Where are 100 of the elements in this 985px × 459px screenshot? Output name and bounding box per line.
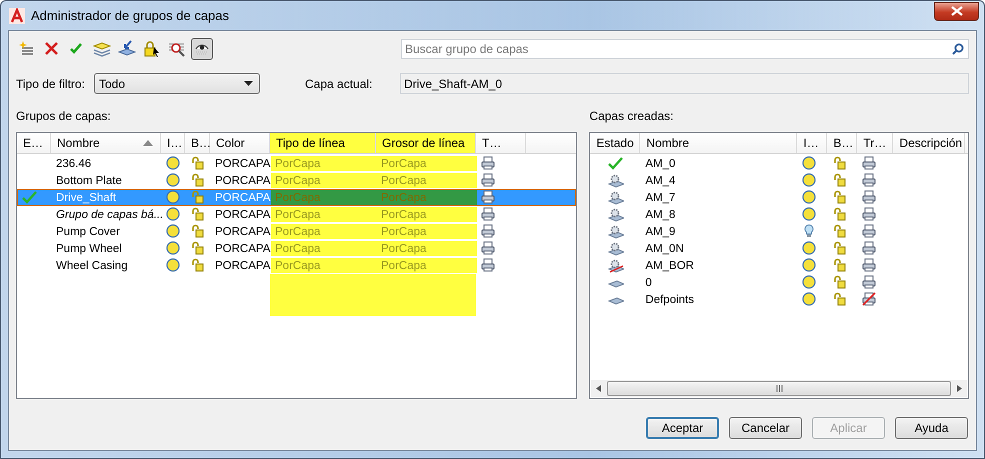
- close-button[interactable]: [934, 2, 979, 20]
- padlock-icon: [832, 207, 848, 222]
- padlock-icon: [832, 258, 848, 273]
- dialog-button[interactable]: Cancelar: [729, 417, 802, 439]
- table-cell: PorCapa: [381, 260, 426, 272]
- padlock-icon: [832, 190, 848, 205]
- column-header[interactable]: Nombre: [640, 133, 798, 153]
- scroll-left-icon[interactable]: [596, 385, 602, 392]
- column-header[interactable]: Tr…: [857, 133, 894, 153]
- padlock-icon: [832, 173, 848, 188]
- table-cell: PorCapa: [275, 208, 320, 220]
- table-cell: Drive_Shaft: [56, 192, 116, 204]
- gear-layer-crossed-icon: [608, 258, 624, 273]
- table-cell: PORCAPA: [215, 192, 270, 204]
- table-cell: PORCAPA: [215, 208, 270, 220]
- printer-icon: [481, 156, 497, 171]
- column-header[interactable]: B…: [827, 133, 858, 153]
- gear-layer-icon: [608, 173, 624, 188]
- column-header[interactable]: B…: [185, 133, 210, 153]
- table-cell: PorCapa: [381, 226, 426, 238]
- column-header[interactable]: Grosor de línea: [376, 133, 476, 153]
- table-cell: Pump Cover: [56, 226, 120, 238]
- table-cell: 236.46: [56, 158, 92, 170]
- table-cell: PorCapa: [275, 260, 320, 272]
- printer-icon: [481, 241, 497, 256]
- printer-icon: [481, 224, 497, 239]
- column-header[interactable]: Nombre: [51, 133, 161, 153]
- window-title: Administrador de grupos de capas: [31, 8, 230, 23]
- grip-icon: [776, 385, 783, 392]
- layers-icon: [93, 40, 111, 58]
- table-row[interactable]: 236.46 PORCAPA PorCapa PorCapa: [17, 155, 576, 172]
- magnifier-layers-icon: [168, 40, 186, 58]
- table-cell: Pump Wheel: [56, 242, 122, 254]
- table-cell: AM_0N: [645, 242, 684, 254]
- padlock-icon: [190, 207, 206, 222]
- filter-dropdown[interactable]: Todo: [94, 73, 260, 94]
- padlock-icon: [190, 241, 206, 256]
- dialog-button[interactable]: Aceptar: [646, 417, 719, 439]
- column-header[interactable]: Tipo de línea: [270, 133, 376, 153]
- padlock-icon: [190, 156, 206, 171]
- padlock-icon: [832, 224, 848, 239]
- table-cell: PORCAPA: [215, 226, 270, 238]
- current-layer-field: Drive_Shaft-AM_0: [400, 73, 969, 94]
- table-cell: Grupo de capas bá...: [56, 208, 164, 220]
- scroll-right-icon[interactable]: [957, 385, 962, 392]
- column-header[interactable]: I…: [797, 133, 828, 153]
- table-cell: PORCAPA: [215, 242, 270, 254]
- printer-icon: [481, 258, 497, 273]
- scrollbar-thumb[interactable]: [607, 381, 951, 396]
- table-row[interactable]: Wheel Casing PORCAPA PorCapa PorCapa: [17, 257, 576, 274]
- printer-icon: [481, 207, 497, 222]
- printer-icon: [481, 173, 497, 188]
- table-row[interactable]: Bottom Plate PORCAPA PorCapa PorCapa: [17, 172, 576, 189]
- arrow-layers-icon: [118, 40, 136, 58]
- filter-label: Tipo de filtro:: [16, 76, 86, 90]
- search-icon[interactable]: [952, 43, 964, 55]
- table-row[interactable]: Pump Cover PORCAPA PorCapa PorCapa: [17, 223, 576, 240]
- printer-icon: [481, 190, 497, 205]
- table-cell: AM_0: [645, 158, 676, 170]
- padlock-icon: [190, 173, 206, 188]
- dialog-button[interactable]: Ayuda: [895, 417, 968, 439]
- column-header[interactable]: E…: [17, 133, 51, 153]
- table-cell: PorCapa: [275, 158, 320, 170]
- sort-arrow-icon: [143, 140, 153, 146]
- table-cell: PorCapa: [381, 208, 426, 220]
- table-cell: AM_4: [645, 174, 676, 186]
- visibility-button[interactable]: [191, 38, 213, 60]
- padlock-icon: [190, 258, 206, 273]
- current-layer-label: Capa actual:: [305, 76, 374, 90]
- table-cell: PorCapa: [275, 192, 320, 204]
- section-label: Grupos de capas:: [16, 109, 112, 123]
- table-cell: AM_BOR: [645, 260, 694, 272]
- table-cell: AM_7: [645, 192, 676, 204]
- table-cell: PORCAPA: [215, 158, 270, 170]
- table-cell: Defpoints: [645, 294, 694, 306]
- table-cell: Wheel Casing: [56, 260, 128, 272]
- padlock-icon: [832, 292, 848, 307]
- table-row[interactable]: Pump Wheel PORCAPA PorCapa PorCapa: [17, 240, 576, 257]
- padlock-icon: [832, 275, 848, 290]
- table-cell: PorCapa: [381, 242, 426, 254]
- gear-layer-icon: [608, 207, 624, 222]
- horizontal-scrollbar[interactable]: [591, 380, 967, 397]
- table-cell: PORCAPA: [215, 174, 270, 186]
- table-cell: PorCapa: [381, 158, 426, 170]
- section-label: Capas creadas:: [589, 109, 674, 123]
- table-cell: PorCapa: [381, 174, 426, 186]
- padlock-icon: [190, 190, 206, 205]
- search-field[interactable]: Buscar grupo de capas: [401, 39, 969, 59]
- table-row[interactable]: Grupo de capas bá... PORCAPA PorCapa PorCapa: [17, 206, 576, 223]
- column-header[interactable]: Descripción: [893, 133, 966, 153]
- table-cell: AM_9: [645, 226, 676, 238]
- gear-layer-icon: [608, 224, 624, 239]
- column-header[interactable]: I…: [161, 133, 185, 153]
- padlock-icon: [832, 241, 848, 256]
- column-header[interactable]: T…: [476, 133, 526, 153]
- table-cell: PorCapa: [275, 226, 320, 238]
- padlock-icon: [190, 224, 206, 239]
- table-cell: PorCapa: [275, 174, 320, 186]
- gear-layer-icon: [608, 241, 624, 256]
- column-header[interactable]: Estado: [590, 133, 640, 153]
